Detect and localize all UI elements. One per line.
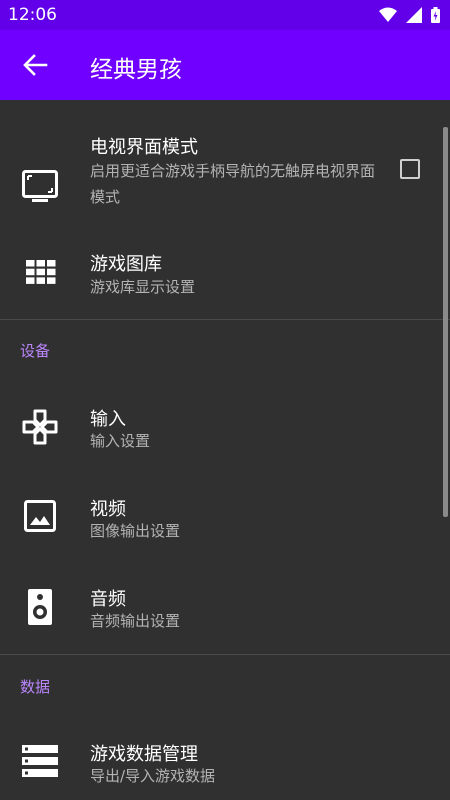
pref-video-title: 视频 [90, 499, 126, 520]
status-bar: 12:06 [0, 0, 450, 30]
settings-list[interactable]: 电视界面模式 启用更适合游戏手柄导航的无触屏电视界面模式 游戏图库 游戏库显示设… [0, 100, 450, 800]
status-time: 12:06 [8, 5, 57, 25]
grid-icon [26, 260, 56, 284]
page-title: 经典男孩 [90, 57, 182, 83]
pref-game-data[interactable]: 游戏数据管理 导出/导入游戏数据 [0, 720, 450, 800]
scrollbar[interactable] [443, 127, 448, 517]
pref-game-data-summary: 导出/导入游戏数据 [90, 767, 216, 785]
pref-game-library-title: 游戏图库 [90, 254, 162, 275]
wifi-icon [378, 7, 397, 22]
category-data: 数据 [20, 678, 51, 696]
image-icon [24, 500, 56, 532]
tv-icon [22, 170, 58, 202]
pref-audio[interactable]: 音频 音频输出设置 [0, 565, 450, 650]
arrow-back-icon[interactable] [22, 53, 48, 77]
category-devices: 设备 [20, 342, 51, 360]
pref-input-title: 输入 [90, 409, 126, 430]
battery-icon [431, 7, 440, 23]
gamepad-icon [22, 409, 58, 445]
pref-game-library[interactable]: 游戏图库 游戏库显示设置 [0, 230, 450, 318]
status-icons [375, 7, 440, 23]
pref-audio-summary: 音频输出设置 [90, 612, 181, 630]
app-bar: 经典男孩 [0, 30, 450, 100]
divider [0, 319, 450, 320]
pref-game-library-summary: 游戏库显示设置 [90, 278, 196, 296]
pref-audio-title: 音频 [90, 589, 126, 610]
pref-input-summary: 输入设置 [90, 432, 151, 450]
pref-tv-mode-title: 电视界面模式 [90, 137, 198, 158]
tv-mode-checkbox[interactable] [400, 159, 420, 179]
pref-game-data-title: 游戏数据管理 [90, 744, 198, 765]
storage-icon [22, 745, 58, 777]
signal-icon [405, 7, 422, 23]
speaker-icon [28, 589, 52, 625]
pref-video-summary: 图像输出设置 [90, 522, 181, 540]
pref-video[interactable]: 视频 图像输出设置 [0, 475, 450, 560]
pref-tv-mode-summary: 启用更适合游戏手柄导航的无触屏电视界面模式 [90, 162, 376, 206]
pref-input[interactable]: 输入 输入设置 [0, 385, 450, 470]
divider [0, 654, 450, 655]
